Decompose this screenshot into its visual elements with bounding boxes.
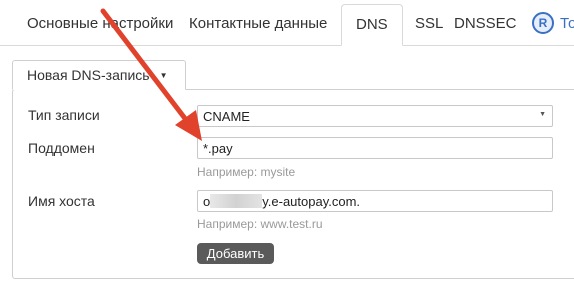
annotation-arrow-icon [100, 8, 202, 141]
